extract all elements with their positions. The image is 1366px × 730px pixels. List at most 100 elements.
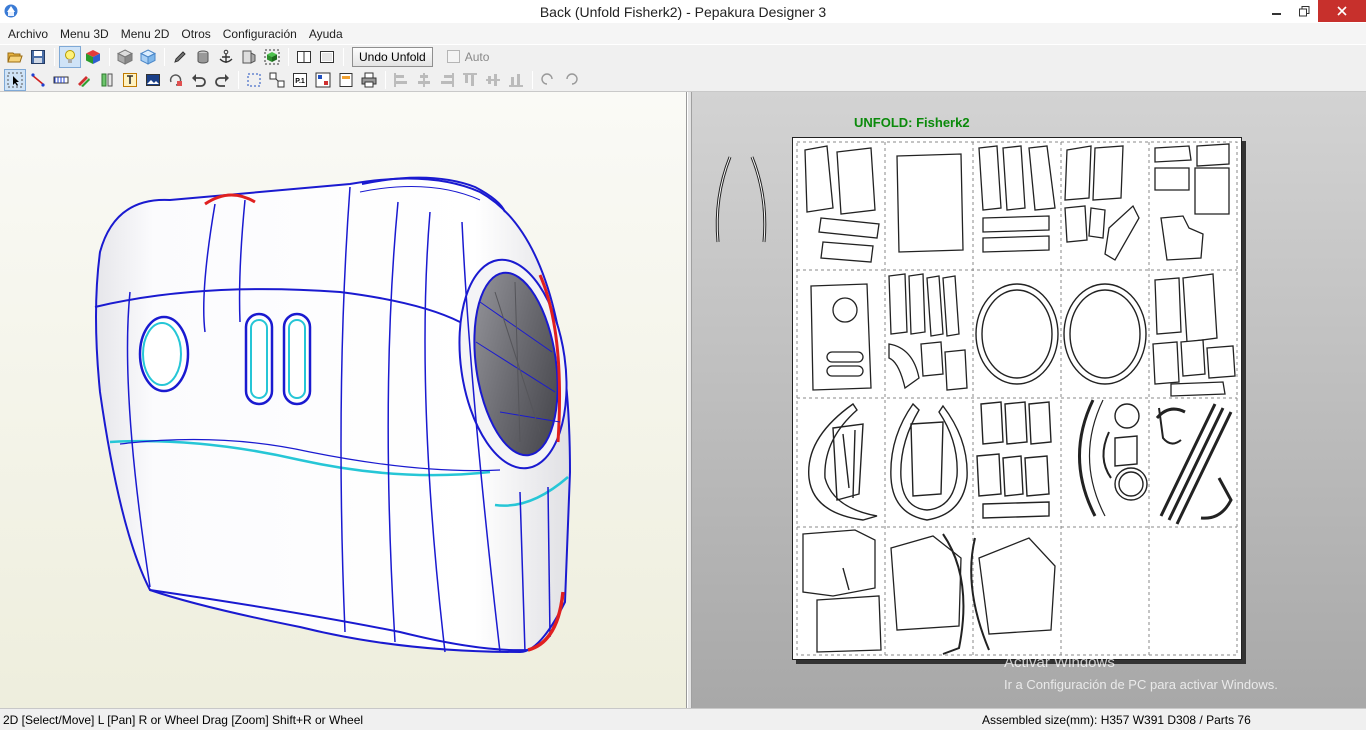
align-bottom-icon xyxy=(509,73,523,86)
unplaced-parts[interactable] xyxy=(712,152,772,247)
auto-checkbox-label: Auto xyxy=(464,49,490,64)
page-setup-button[interactable] xyxy=(335,69,357,91)
view-wire-button[interactable] xyxy=(137,46,159,68)
rotate-right-90-icon xyxy=(566,72,578,85)
text-box-icon xyxy=(123,72,137,87)
arrange-button[interactable] xyxy=(266,69,288,91)
close-icon xyxy=(1337,6,1347,16)
toolbar-separator xyxy=(288,47,289,66)
fold-line-button[interactable] xyxy=(96,69,118,91)
rotate-part-button[interactable] xyxy=(165,69,187,91)
split-view-icon xyxy=(297,50,311,63)
menu-configuracion[interactable]: Configuración xyxy=(217,27,303,41)
align-right-icon xyxy=(441,72,454,87)
toolbar-separator xyxy=(532,70,533,89)
select-region-button[interactable] xyxy=(243,69,265,91)
layout-single-button[interactable] xyxy=(316,46,338,68)
status-hint: 2D [Select/Move] L [Pan] R or Wheel Drag… xyxy=(3,712,364,727)
align-right-button[interactable] xyxy=(436,69,458,91)
unfolded-parts-layout[interactable] xyxy=(793,138,1241,659)
text-button[interactable] xyxy=(119,69,141,91)
minimize-button[interactable] xyxy=(1262,0,1292,22)
toolbar-separator xyxy=(238,70,239,89)
status-bar: 2D [Select/Move] L [Pan] R or Wheel Drag… xyxy=(0,708,1366,730)
align-bottom-button[interactable] xyxy=(505,69,527,91)
redo-button[interactable] xyxy=(211,69,233,91)
align-center-button[interactable] xyxy=(413,69,435,91)
menu-3d[interactable]: Menu 3D xyxy=(54,27,115,41)
3d-model-back-armor[interactable] xyxy=(0,92,687,708)
color-cube-icon xyxy=(86,49,100,64)
printer-icon xyxy=(361,72,377,87)
flap-strip-icon xyxy=(53,76,69,83)
save-disk-icon xyxy=(31,49,45,64)
cylinder-button[interactable] xyxy=(192,46,214,68)
edit-toolbar: P.1 xyxy=(0,68,1366,92)
align-top-button[interactable] xyxy=(459,69,481,91)
view-solid-button[interactable] xyxy=(114,46,136,68)
3d-view-pane[interactable] xyxy=(0,92,687,708)
menu-archivo[interactable]: Archivo xyxy=(2,27,54,41)
menu-ayuda[interactable]: Ayuda xyxy=(303,27,349,41)
menu-2d[interactable]: Menu 2D xyxy=(115,27,176,41)
toolbar-separator xyxy=(385,70,386,89)
single-view-icon xyxy=(320,50,334,63)
print-button[interactable] xyxy=(358,69,380,91)
page-number-icon: P.1 xyxy=(293,72,307,87)
gray-cube-icon xyxy=(117,48,133,65)
restore-button[interactable] xyxy=(1290,0,1318,22)
light-toggle-button[interactable] xyxy=(59,45,81,68)
auto-checkbox[interactable]: Auto xyxy=(446,49,490,64)
join-edge-button[interactable] xyxy=(27,69,49,91)
unfold-title: UNFOLD: Fisherk2 xyxy=(854,115,970,130)
align-middle-button[interactable] xyxy=(482,69,504,91)
print-sheet[interactable] xyxy=(792,137,1242,660)
fold-line-icon xyxy=(101,73,113,86)
region-select-icon xyxy=(247,73,261,86)
rotate-right-90-button[interactable] xyxy=(560,69,582,91)
join-edge-icon xyxy=(31,72,45,87)
align-left-icon xyxy=(394,72,407,87)
texture-toggle-button[interactable] xyxy=(82,46,104,68)
redo-arrow-icon xyxy=(215,73,229,87)
toolbar-separator xyxy=(109,47,110,66)
arrange-parts-icon xyxy=(269,72,285,87)
status-assembled-size: Assembled size(mm): H357 W391 D308 / Par… xyxy=(982,712,1251,727)
select-part-button[interactable] xyxy=(261,46,283,68)
page-number-badge: P.1 xyxy=(295,78,305,85)
select-move-button[interactable] xyxy=(4,68,26,91)
menu-otros[interactable]: Otros xyxy=(175,27,216,41)
undo-unfold-button[interactable]: Undo Unfold xyxy=(352,46,433,67)
title-bar: Back (Unfold Fisherk2) - Pepakura Design… xyxy=(0,0,1366,23)
align-middle-icon xyxy=(486,73,500,86)
auto-checkbox-box[interactable] xyxy=(446,50,460,63)
image-button[interactable] xyxy=(142,69,164,91)
anchor-button[interactable] xyxy=(215,46,237,68)
activation-watermark-text: Ir a Configuración de PC para activar Wi… xyxy=(1004,677,1278,692)
pen-edit-button[interactable] xyxy=(73,69,95,91)
page-setup-icon xyxy=(339,72,353,87)
anchor-icon xyxy=(219,49,233,63)
toolbar-separator xyxy=(164,47,165,66)
edit-edge-button[interactable] xyxy=(169,46,191,68)
flap-icon xyxy=(242,50,256,64)
flap-edit-button[interactable] xyxy=(50,69,72,91)
page-number-button[interactable]: P.1 xyxy=(289,69,311,91)
window-title: Back (Unfold Fisherk2) - Pepakura Design… xyxy=(539,4,827,20)
flap-button[interactable] xyxy=(238,46,260,68)
undo-button[interactable] xyxy=(188,69,210,91)
green-cube-select-icon xyxy=(264,49,280,64)
open-button[interactable] xyxy=(4,46,26,68)
2d-unfold-pane[interactable]: UNFOLD: Fisherk2 Activar Windows Ir a Co… xyxy=(692,92,1366,708)
print-layout-button[interactable] xyxy=(312,69,334,91)
close-button[interactable] xyxy=(1318,0,1366,22)
toolbar-separator xyxy=(54,47,55,66)
rotate-left-90-button[interactable] xyxy=(537,69,559,91)
align-left-button[interactable] xyxy=(390,69,412,91)
open-folder-icon xyxy=(7,52,23,62)
save-button[interactable] xyxy=(27,46,49,68)
layout-3d-2d-button[interactable] xyxy=(293,46,315,68)
image-frame-icon xyxy=(146,73,160,86)
align-center-icon xyxy=(418,72,430,87)
light-bulb-icon xyxy=(65,49,75,63)
